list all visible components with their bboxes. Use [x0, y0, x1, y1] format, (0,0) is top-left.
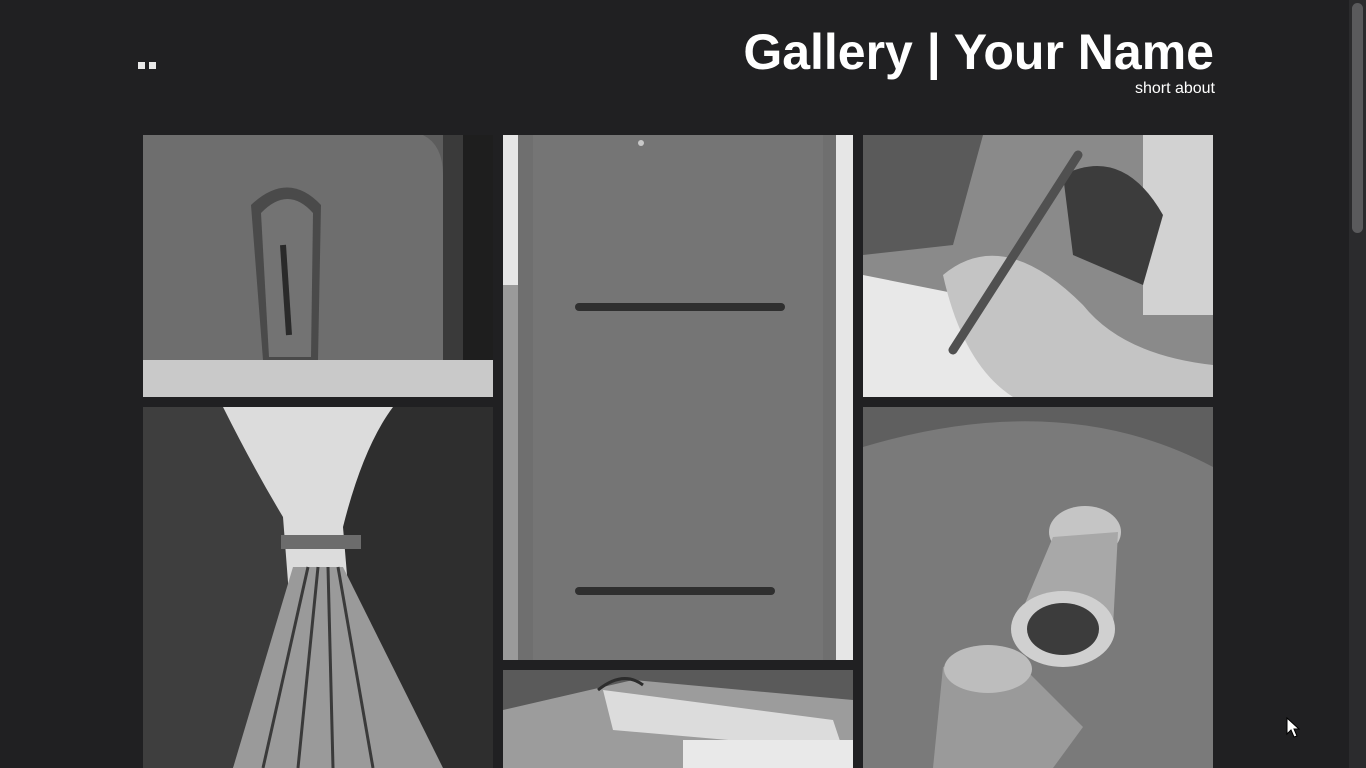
cups-image — [863, 407, 1213, 768]
scrollbar-thumb[interactable] — [1352, 3, 1363, 233]
railway-image — [143, 407, 493, 768]
mouse-pointer-icon — [1286, 717, 1300, 738]
page-subtitle: short about — [1134, 80, 1215, 97]
gallery-photo-railway[interactable] — [143, 407, 493, 768]
logo-dots-icon[interactable] — [138, 62, 156, 69]
writing-image — [863, 135, 1213, 397]
gallery-photo-cups[interactable] — [863, 407, 1213, 768]
page-title: Gallery | Your Name — [743, 24, 1214, 80]
gallery-photo-ladder[interactable] — [503, 135, 853, 660]
logo-dot — [138, 62, 145, 69]
hook-image — [143, 135, 493, 397]
gallery-photo-notebooks[interactable] — [503, 670, 853, 768]
vertical-scrollbar[interactable] — [1349, 0, 1366, 768]
gallery-photo-hook[interactable] — [143, 135, 493, 397]
page: Gallery | Your Name short about — [0, 0, 1366, 768]
logo-dot — [149, 62, 156, 69]
gallery-photo-writing[interactable] — [863, 135, 1213, 397]
notebooks-image — [503, 670, 853, 768]
ladder-image — [503, 135, 853, 660]
